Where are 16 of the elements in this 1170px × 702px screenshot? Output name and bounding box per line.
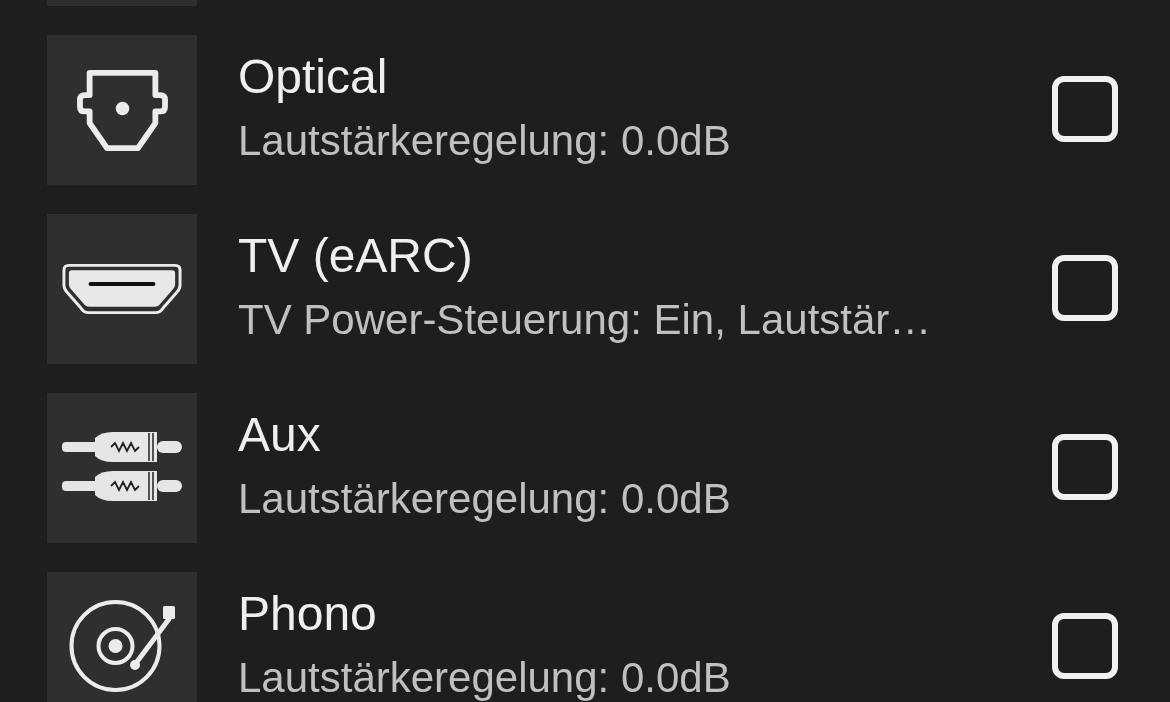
turntable-icon — [47, 572, 197, 702]
input-name: Optical — [238, 49, 388, 105]
optical-port-icon — [47, 35, 197, 185]
checkbox[interactable] — [1052, 254, 1118, 321]
hdmi-port-icon — [47, 214, 197, 364]
input-name: TV (eARC) — [238, 228, 473, 284]
input-detail: TV Power-Steuerung: Ein, Lautstär… — [238, 298, 932, 343]
input-detail: Lautstärkeregelung: 0.0dB — [238, 656, 731, 701]
checkbox[interactable] — [1052, 75, 1118, 142]
input-detail: Lautstärkeregelung: 0.0dB — [238, 119, 731, 164]
input-name: Phono — [238, 586, 377, 642]
rca-plugs-icon — [47, 393, 197, 543]
checkbox[interactable] — [1052, 433, 1118, 500]
checkbox[interactable] — [1052, 612, 1118, 679]
input-detail: Lautstärkeregelung: 0.0dB — [238, 477, 731, 522]
input-name: Aux — [238, 407, 321, 463]
